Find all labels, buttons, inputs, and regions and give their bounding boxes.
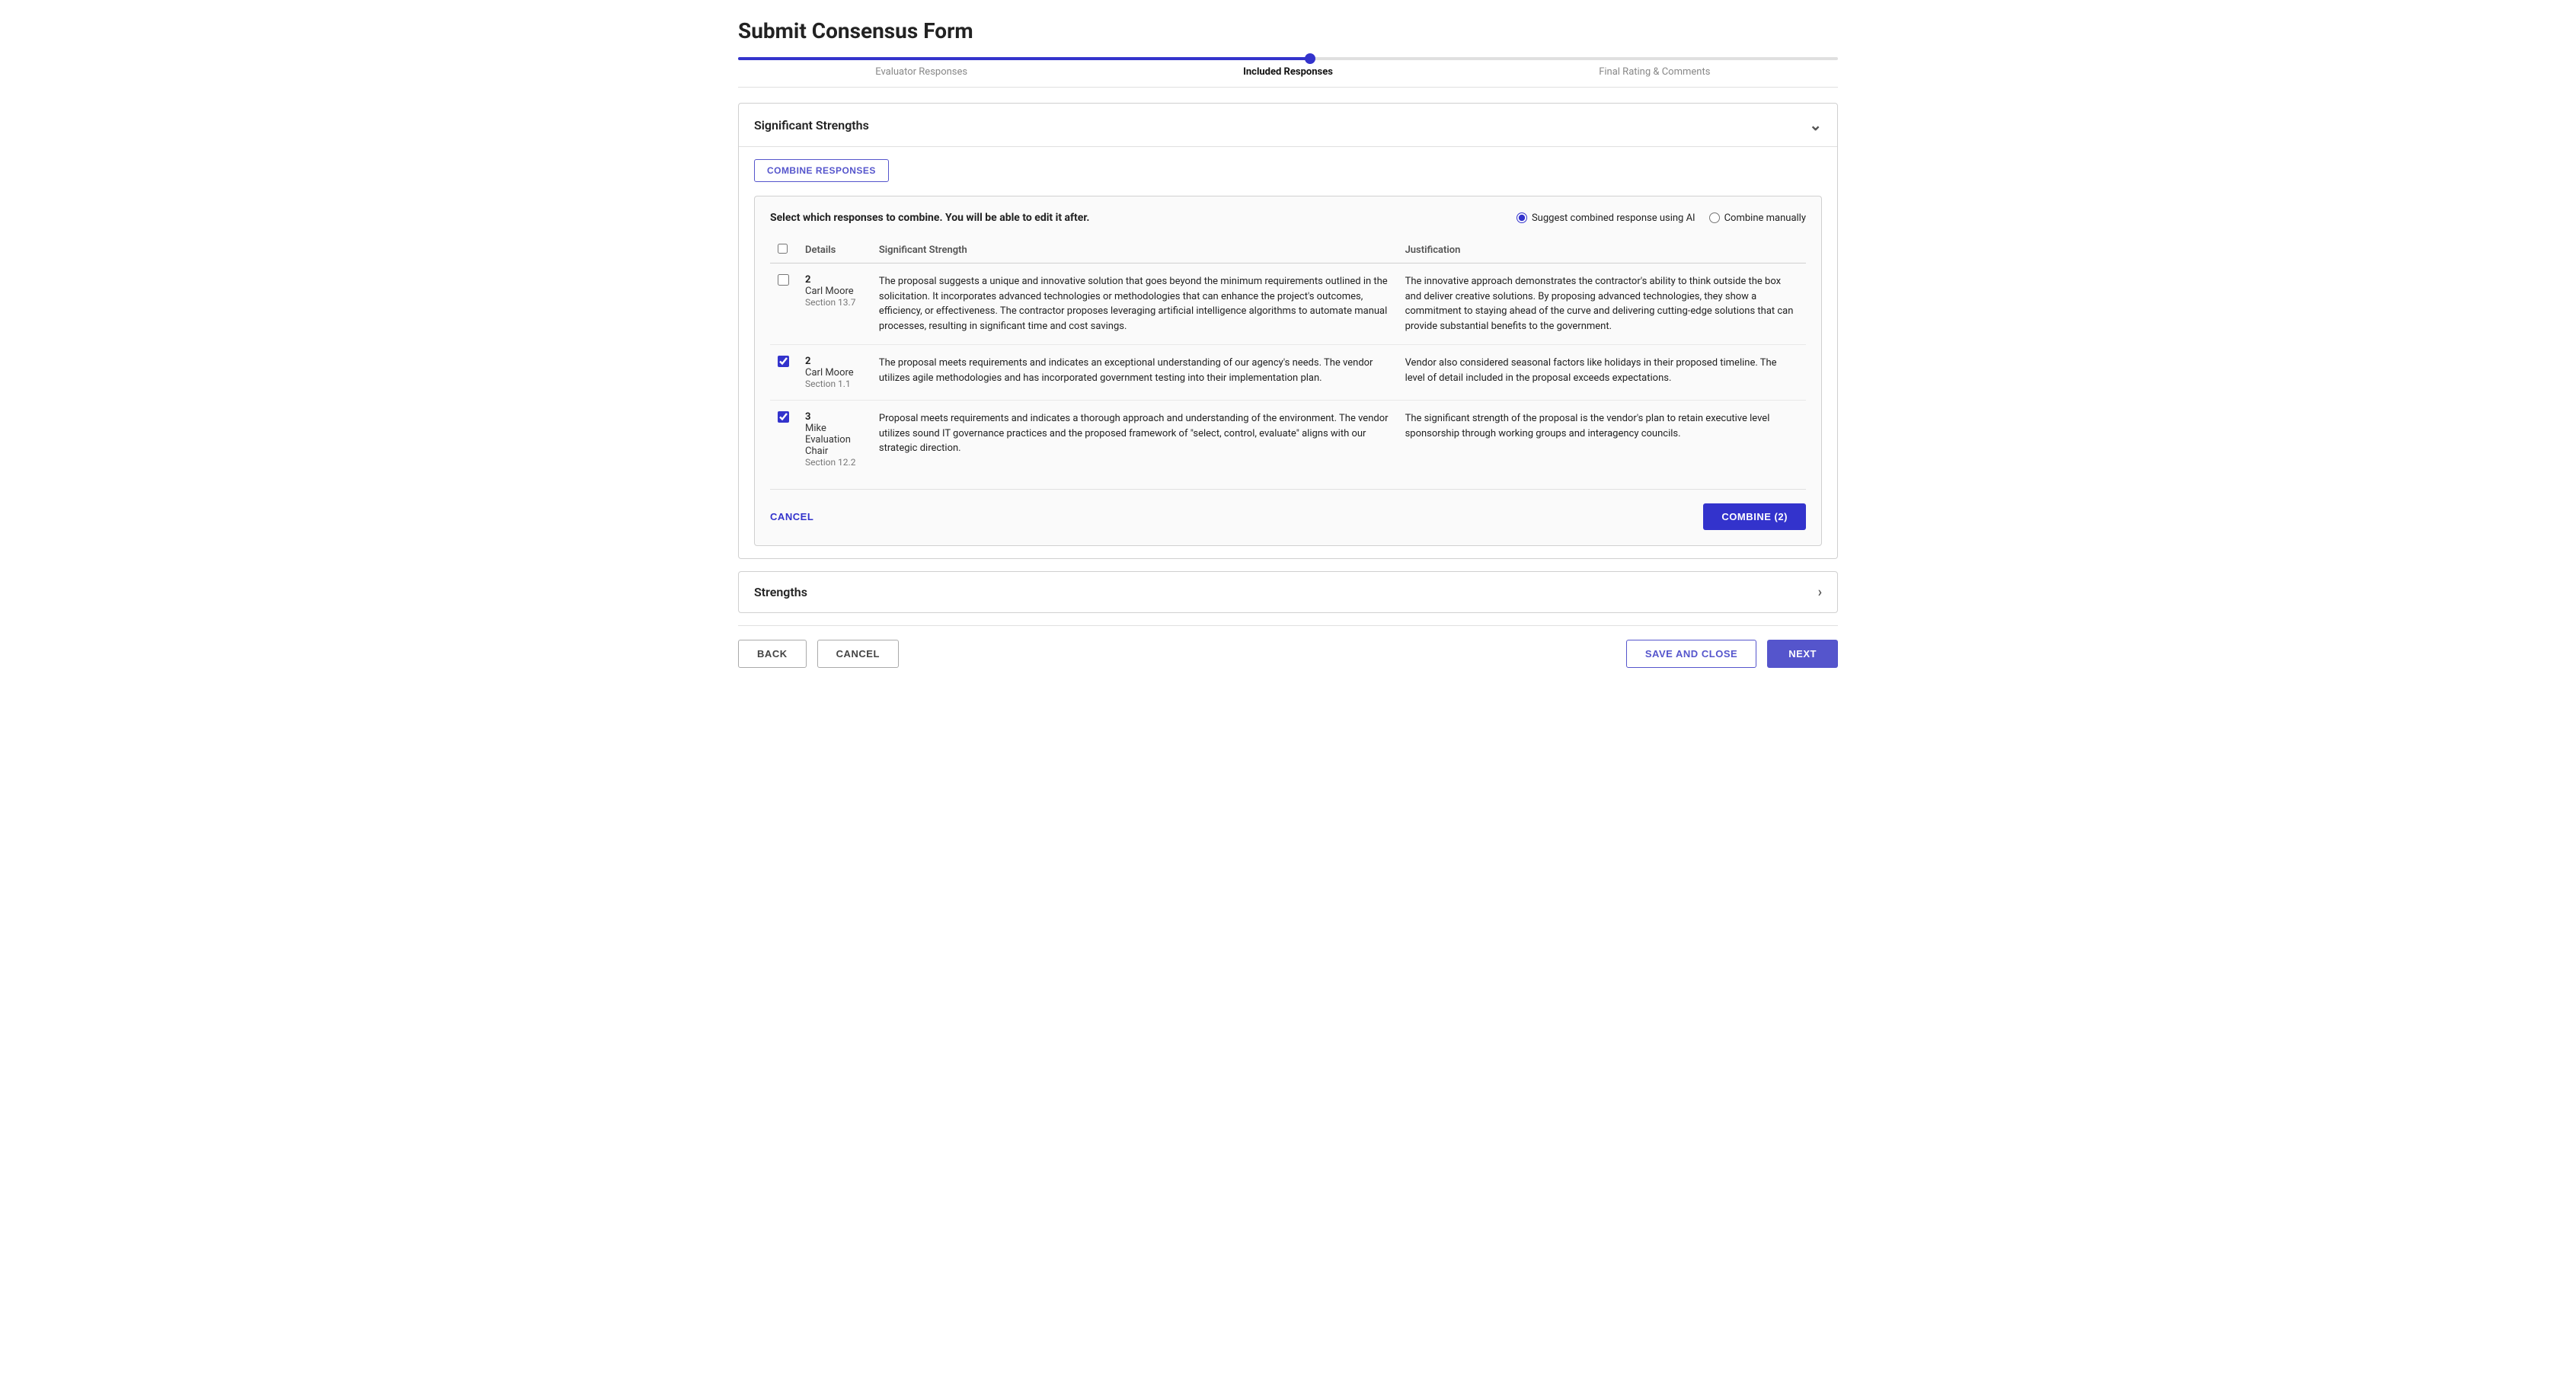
col-checkbox: [770, 238, 797, 264]
chevron-right-icon: ›: [1818, 584, 1822, 600]
row-num: 3: [805, 411, 864, 423]
row-checkbox-cell: [770, 401, 797, 479]
table-row: 2 Carl Moore Section 13.7The proposal su…: [770, 264, 1806, 345]
row-strength-cell: The proposal suggests a unique and innov…: [871, 264, 1398, 345]
row-num: 2: [805, 356, 864, 367]
combine-panel-header: Select which responses to combine. You w…: [770, 212, 1806, 224]
step-included-responses[interactable]: Included Responses: [1104, 66, 1471, 78]
row-checkbox-cell: [770, 264, 797, 345]
significant-strengths-title: Significant Strengths: [754, 118, 869, 133]
row-section: Section 13.7: [805, 297, 864, 308]
row-checkbox[interactable]: [778, 411, 789, 423]
combine-panel-title: Select which responses to combine. You w…: [770, 212, 1089, 224]
strengths-title: Strengths: [754, 585, 807, 599]
radio-ai-input[interactable]: [1517, 212, 1527, 223]
footer-right-actions: SAVE AND CLOSE NEXT: [1626, 640, 1838, 668]
back-button[interactable]: BACK: [738, 640, 807, 668]
row-name: Carl Moore: [805, 367, 864, 378]
row-detail-cell: 2 Carl Moore Section 13.7: [797, 264, 871, 345]
row-name: Mike Evaluation Chair: [805, 423, 864, 457]
select-all-checkbox[interactable]: [778, 244, 788, 254]
combine-responses-button[interactable]: COMBINE RESPONSES: [754, 159, 889, 182]
significant-strengths-section: Significant Strengths ⌄ COMBINE RESPONSE…: [738, 103, 1838, 559]
footer-left-actions: BACK CANCEL: [738, 640, 899, 668]
page-title: Submit Consensus Form: [738, 18, 1838, 43]
progress-fill: [738, 57, 1310, 60]
row-detail-cell: 3 Mike Evaluation Chair Section 12.2: [797, 401, 871, 479]
progress-bar-section: Evaluator Responses Included Responses F…: [738, 57, 1838, 88]
row-checkbox[interactable]: [778, 274, 789, 286]
combine-panel-footer: CANCEL COMBINE (2): [770, 489, 1806, 530]
row-name: Carl Moore: [805, 286, 864, 297]
combine-radio-group: Suggest combined response using AI Combi…: [1517, 212, 1806, 224]
radio-manual-input[interactable]: [1709, 212, 1720, 223]
step-evaluator-responses[interactable]: Evaluator Responses: [738, 66, 1104, 78]
chevron-down-icon: ⌄: [1809, 116, 1822, 134]
strengths-section: Strengths ›: [738, 571, 1838, 613]
row-justification-cell: Vendor also considered seasonal factors …: [1398, 345, 1806, 401]
col-strength-header: Significant Strength: [871, 238, 1398, 264]
panel-cancel-button[interactable]: CANCEL: [770, 511, 813, 522]
row-strength-cell: The proposal meets requirements and indi…: [871, 345, 1398, 401]
radio-ai-label: Suggest combined response using AI: [1532, 212, 1695, 224]
row-justification-cell: The significant strength of the proposal…: [1398, 401, 1806, 479]
page-footer: BACK CANCEL SAVE AND CLOSE NEXT: [738, 625, 1838, 682]
row-section: Section 12.2: [805, 457, 864, 468]
col-details-header: Details: [797, 238, 871, 264]
significant-strengths-body: COMBINE RESPONSES Select which responses…: [739, 146, 1837, 558]
table-row: 3 Mike Evaluation Chair Section 12.2Prop…: [770, 401, 1806, 479]
progress-steps: Evaluator Responses Included Responses F…: [738, 60, 1838, 87]
row-checkbox-cell: [770, 345, 797, 401]
row-num: 2: [805, 274, 864, 286]
strengths-header[interactable]: Strengths ›: [739, 572, 1837, 612]
row-justification-cell: The innovative approach demonstrates the…: [1398, 264, 1806, 345]
save-and-close-button[interactable]: SAVE AND CLOSE: [1626, 640, 1756, 668]
radio-manual-option[interactable]: Combine manually: [1709, 212, 1806, 224]
radio-ai-option[interactable]: Suggest combined response using AI: [1517, 212, 1695, 224]
progress-dot: [1305, 53, 1315, 64]
col-justification-header: Justification: [1398, 238, 1806, 264]
response-table: Details Significant Strength Justificati…: [770, 238, 1806, 478]
significant-strengths-header[interactable]: Significant Strengths ⌄: [739, 104, 1837, 146]
footer-cancel-button[interactable]: CANCEL: [817, 640, 899, 668]
row-checkbox[interactable]: [778, 356, 789, 367]
row-strength-cell: Proposal meets requirements and indicate…: [871, 401, 1398, 479]
combine-panel: Select which responses to combine. You w…: [754, 196, 1822, 546]
table-row: 2 Carl Moore Section 1.1The proposal mee…: [770, 345, 1806, 401]
row-section: Section 1.1: [805, 378, 864, 389]
progress-track: [738, 57, 1838, 60]
radio-manual-label: Combine manually: [1724, 212, 1806, 224]
step-final-rating[interactable]: Final Rating & Comments: [1472, 66, 1838, 78]
next-button[interactable]: NEXT: [1767, 640, 1838, 668]
combine-button[interactable]: COMBINE (2): [1703, 503, 1806, 530]
row-detail-cell: 2 Carl Moore Section 1.1: [797, 345, 871, 401]
